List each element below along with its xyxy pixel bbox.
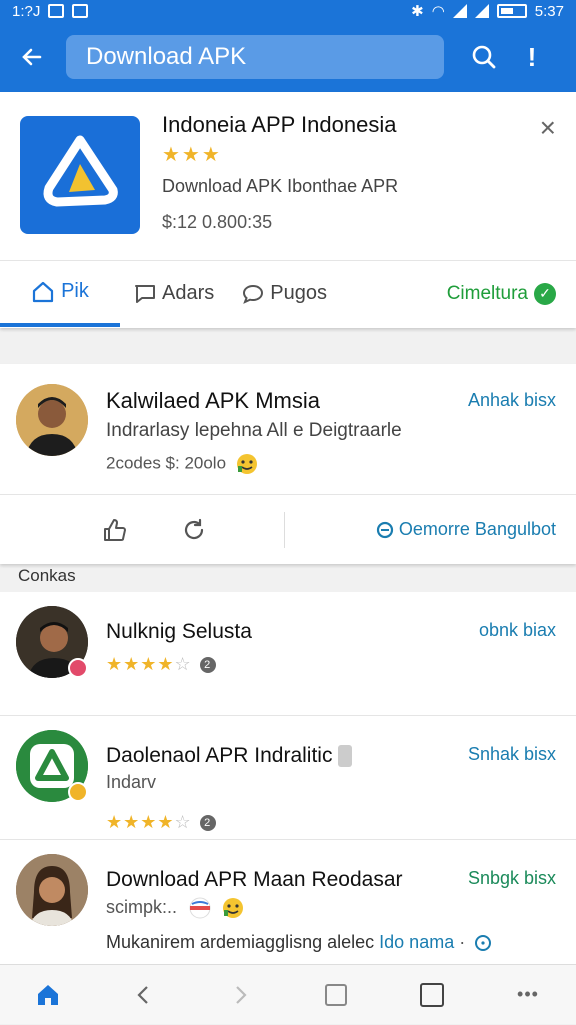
wifi-icon: ◠	[431, 3, 445, 20]
arrow-left-icon	[22, 48, 42, 66]
bottom-navigation: •••	[0, 964, 576, 1024]
more-horiz-icon: •••	[517, 984, 539, 1004]
message-square-icon	[135, 284, 155, 303]
list-item-link[interactable]: obnk biax	[479, 620, 556, 641]
nav-tabs-button[interactable]	[402, 965, 462, 1025]
footer-link[interactable]: Ido nama	[379, 932, 454, 952]
action-link-label: Oemorre Bangulbot	[398, 519, 556, 539]
app-bar: Download APK !	[0, 22, 576, 92]
app-logo-icon	[43, 135, 118, 207]
flag-emoji-icon	[189, 897, 211, 919]
circle-link-icon	[376, 521, 394, 538]
featured-meta: 2codes $: 20olo	[106, 452, 259, 476]
list-item[interactable]: Daolenaol APR Indralitic Indarv ★★★★☆ 2 S…	[0, 716, 576, 840]
status-time-right: 5:37	[534, 2, 564, 20]
status-bar: 1:?J ✱ ◠ 5:37	[0, 0, 576, 22]
tab-pugos[interactable]: Pugos	[228, 261, 341, 327]
featured-link[interactable]: Anhak bisx	[468, 390, 556, 411]
battery-icon	[496, 4, 527, 18]
close-button[interactable]: ×	[540, 112, 556, 144]
status-label: Cimeltura	[446, 282, 528, 304]
rating-count: 2	[199, 815, 216, 832]
app-price: $:12 0.800:35	[162, 212, 273, 232]
emoji-icon	[236, 454, 257, 474]
list-item-title: Nulknig Selusta	[106, 620, 252, 643]
back-button[interactable]	[10, 35, 54, 79]
list-item[interactable]: Download APR Maan Reodasar scimpk:.. Snb…	[0, 840, 576, 964]
tab-adars[interactable]: Adars	[120, 261, 228, 327]
bluetooth-icon: ✱	[411, 3, 424, 20]
tab-label: Pik	[61, 280, 89, 302]
refresh-button[interactable]	[164, 517, 224, 543]
tag-icon	[338, 745, 353, 768]
search-button[interactable]	[460, 33, 508, 81]
badge-icon	[68, 658, 88, 678]
more-options-button[interactable]: !	[508, 33, 556, 81]
person-avatar-icon	[16, 854, 88, 926]
signal-icon-2	[474, 4, 489, 18]
tab-label: Adars	[162, 282, 215, 304]
app-title: Indoneia APP Indonesia	[162, 112, 397, 137]
featured-action-link[interactable]: Oemorre Bangulbot	[375, 519, 556, 540]
mail-notification-icon	[72, 4, 89, 18]
app-logo	[20, 116, 140, 234]
app-subtitle: Download APK Ibonthae APR	[162, 176, 399, 196]
thumbs-up-icon	[104, 518, 126, 541]
chevron-right-icon	[236, 985, 247, 1004]
nav-back-button[interactable]	[114, 965, 174, 1025]
list-item-subtitle: Indarv	[106, 772, 157, 792]
emoji-icon	[223, 898, 244, 918]
info-circle-icon[interactable]	[474, 934, 492, 952]
nav-home-button[interactable]	[18, 965, 78, 1025]
nav-more-button[interactable]: •••	[498, 965, 558, 1025]
nav-forward-button[interactable]	[210, 965, 270, 1025]
tab-label: Pugos	[270, 282, 327, 304]
notification-icon	[48, 4, 65, 18]
list-item-link[interactable]: Snbgk bisx	[468, 868, 556, 889]
home-icon	[38, 984, 58, 1005]
rating-stars: ★★★★☆ 2	[106, 654, 216, 675]
rating-count: 2	[199, 657, 216, 674]
check-icon: ✓	[534, 282, 556, 305]
app-list: Nulknig Selusta ★★★★☆ 2 obnk biax Daolena…	[0, 592, 576, 964]
tab-status[interactable]: Cimeltura ✓	[446, 282, 576, 305]
person-avatar-icon	[16, 384, 88, 456]
featured-meta-text: 2codes $: 20olo	[106, 453, 227, 473]
avatar	[16, 854, 88, 926]
nav-share-button[interactable]	[306, 965, 366, 1025]
tabs-icon	[420, 982, 444, 1007]
like-button[interactable]	[84, 517, 144, 543]
search-input[interactable]: Download APK	[66, 35, 444, 79]
refresh-icon	[184, 518, 204, 539]
divider	[284, 511, 285, 548]
search-text: Download APK	[86, 43, 247, 70]
chevron-left-icon	[137, 985, 148, 1004]
list-item-link[interactable]: Snhak bisx	[468, 744, 556, 765]
badge-icon	[68, 782, 88, 802]
featured-description: Indrarlasy lepehna All e Deigtraarle	[106, 420, 402, 441]
tab-pik[interactable]: Pik	[0, 261, 120, 327]
list-item-subtitle: scimpk:..	[106, 896, 245, 920]
rating-stars: ★★★★☆ 2	[106, 812, 216, 833]
bookmark-icon	[325, 983, 347, 1006]
featured-title: Kalwilaed APK Mmsia	[106, 388, 320, 413]
more-vert-icon: !	[527, 41, 537, 72]
list-item-title: Download APR Maan Reodasar	[106, 868, 403, 891]
signal-icon	[452, 4, 467, 18]
app-header-card: Indoneia APP Indonesia ★★★ Download APK …	[0, 92, 576, 328]
tab-bar: Pik Adars Pugos Cimeltura ✓	[0, 260, 576, 327]
avatar	[16, 384, 88, 456]
status-time-left: 1:?J	[12, 2, 41, 20]
list-item[interactable]: Nulknig Selusta ★★★★☆ 2 obnk biax	[0, 592, 576, 716]
list-item-footer: Mukanirem ardemiagglisng alelec Ido nama…	[106, 932, 492, 953]
list-item-title: Daolenaol APR Indralitic	[106, 744, 353, 768]
app-rating-stars: ★★★	[162, 144, 222, 166]
home-outline-icon	[32, 281, 54, 302]
section-label: Conkas	[18, 566, 76, 585]
featured-card[interactable]: Kalwilaed APK Mmsia Indrarlasy lepehna A…	[0, 364, 576, 564]
search-icon	[472, 45, 496, 69]
chat-bubble-icon	[243, 284, 264, 304]
featured-actions: Oemorre Bangulbot	[0, 494, 576, 564]
close-icon: ×	[539, 112, 556, 143]
